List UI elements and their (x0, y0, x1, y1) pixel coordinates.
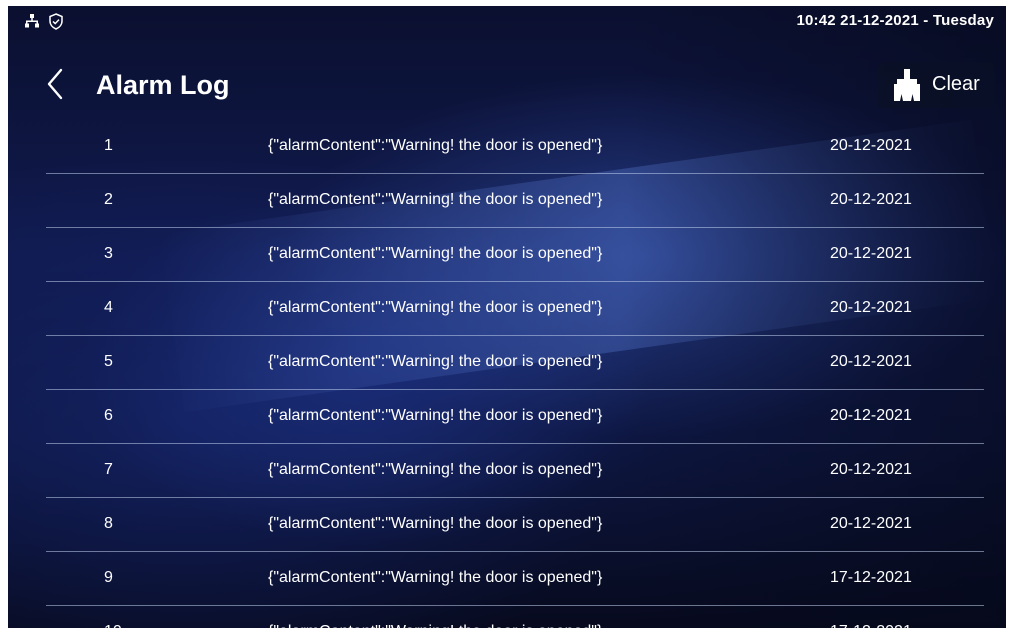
log-index: 10 (104, 623, 122, 628)
log-index: 9 (104, 569, 113, 586)
page-title: Alarm Log (96, 70, 230, 100)
log-index: 6 (104, 407, 113, 424)
log-date: 20-12-2021 (830, 461, 912, 478)
alarm-log-list[interactable]: 1 {"alarmContent":"Warning! the door is o… (46, 120, 984, 628)
log-index: 8 (104, 515, 113, 532)
log-date: 20-12-2021 (830, 515, 912, 532)
log-content: {"alarmContent":"Warning! the door is op… (268, 299, 603, 316)
log-index: 2 (104, 191, 113, 208)
log-index: 3 (104, 245, 113, 262)
log-content: {"alarmContent":"Warning! the door is op… (268, 353, 603, 370)
log-date: 17-12-2021 (830, 623, 912, 628)
log-index: 1 (104, 137, 113, 154)
clear-label: Clear (932, 73, 980, 95)
clear-button[interactable]: Clear (878, 62, 994, 108)
log-row[interactable]: 2 {"alarmContent":"Warning! the door is o… (46, 174, 984, 228)
log-row[interactable]: 6 {"alarmContent":"Warning! the door is o… (46, 390, 984, 444)
log-content: {"alarmContent":"Warning! the door is op… (268, 623, 602, 628)
log-date: 20-12-2021 (830, 353, 912, 370)
log-row[interactable]: 10 {"alarmContent":"Warning! the door is … (46, 606, 984, 628)
shield-check-icon (48, 13, 64, 35)
log-row[interactable]: 8 {"alarmContent":"Warning! the door is o… (46, 498, 984, 552)
log-row[interactable]: 4 {"alarmContent":"Warning! the door is o… (46, 282, 984, 336)
broom-icon (890, 68, 924, 102)
log-content: {"alarmContent":"Warning! the door is op… (268, 515, 603, 532)
screen: 10:42 21-12-2021 - Tuesday Alarm Log Cle… (8, 6, 1006, 628)
log-date: 20-12-2021 (830, 299, 912, 316)
log-content: {"alarmContent":"Warning! the door is op… (268, 461, 603, 478)
log-date: 20-12-2021 (830, 245, 912, 262)
log-index: 5 (104, 353, 113, 370)
log-index: 4 (104, 299, 113, 316)
log-row[interactable]: 7 {"alarmContent":"Warning! the door is o… (46, 444, 984, 498)
log-index: 7 (104, 461, 113, 478)
log-date: 17-12-2021 (830, 569, 912, 586)
log-content: {"alarmContent":"Warning! the door is op… (268, 191, 603, 208)
log-row[interactable]: 3 {"alarmContent":"Warning! the door is o… (46, 228, 984, 282)
status-datetime: 10:42 21-12-2021 - Tuesday (796, 12, 994, 29)
log-content: {"alarmContent":"Warning! the door is op… (268, 569, 603, 586)
log-row[interactable]: 5 {"alarmContent":"Warning! the door is o… (46, 336, 984, 390)
page-header: Alarm Log Clear (8, 60, 1006, 114)
log-date: 20-12-2021 (830, 137, 912, 154)
back-button[interactable] (40, 64, 70, 104)
status-bar: 10:42 21-12-2021 - Tuesday (8, 6, 1006, 36)
log-date: 20-12-2021 (830, 407, 912, 424)
network-icon (24, 13, 40, 34)
log-row[interactable]: 1 {"alarmContent":"Warning! the door is o… (46, 120, 984, 174)
log-content: {"alarmContent":"Warning! the door is op… (268, 137, 603, 154)
log-date: 20-12-2021 (830, 191, 912, 208)
chevron-left-icon (47, 68, 63, 100)
log-content: {"alarmContent":"Warning! the door is op… (268, 407, 603, 424)
log-content: {"alarmContent":"Warning! the door is op… (268, 245, 603, 262)
log-row[interactable]: 9 {"alarmContent":"Warning! the door is o… (46, 552, 984, 606)
